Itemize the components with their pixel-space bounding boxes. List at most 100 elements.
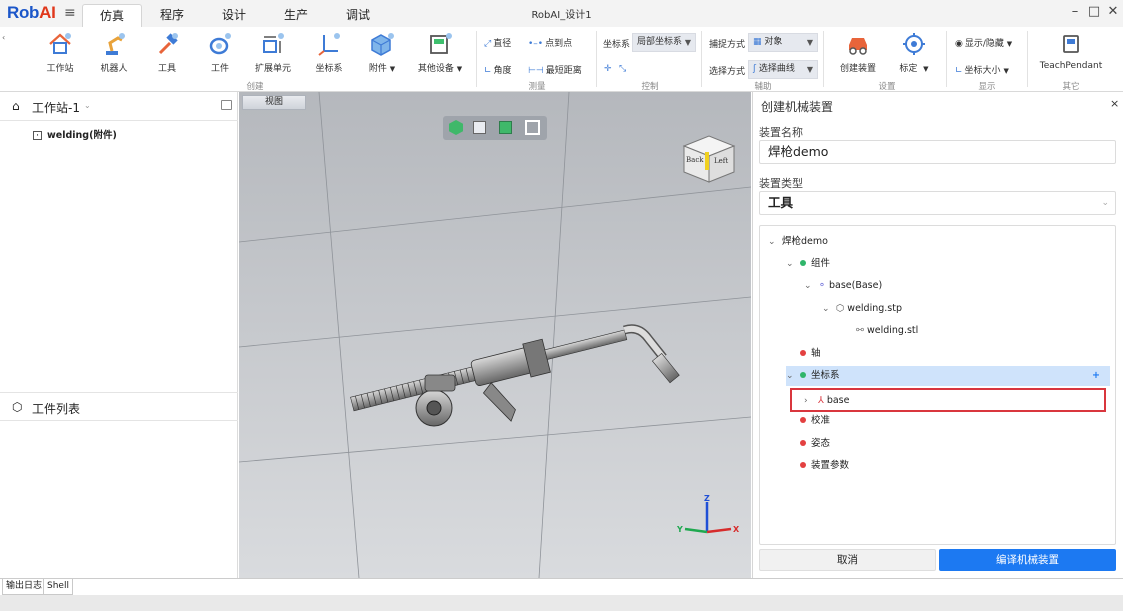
status-ok-icon (800, 259, 806, 266)
bottom-bar (0, 595, 1123, 611)
robot-arm-icon (106, 33, 125, 55)
group-label-other: 其它 (1062, 82, 1080, 92)
create-workpiece-button[interactable]: 工件 (197, 31, 243, 74)
create-station-button[interactable]: 工作站 (37, 31, 83, 74)
tree-node-coordsys[interactable]: ⌄ 坐标系 + (786, 366, 1110, 386)
station-title[interactable]: 工作站-1 (32, 99, 80, 116)
add-coordsys-button[interactable]: + (1092, 366, 1100, 386)
create-device-button[interactable]: 创建装置 (835, 31, 881, 74)
measure-shortest-distance-button[interactable]: ⊢⊣ 最短距离 (528, 63, 582, 77)
base-part-icon: ⚬ (818, 280, 826, 291)
chevron-down-icon[interactable]: ⌄ (84, 101, 91, 110)
create-coordsys-button[interactable]: 坐标系 (306, 31, 352, 74)
create-attachment-button[interactable]: 附件 ▼ (356, 31, 408, 74)
status-error-icon (800, 416, 806, 423)
tree-node-coord-base[interactable]: › ⅄ base (790, 388, 1106, 412)
select-mode-label: 选择方式 (709, 67, 746, 77)
menu-tab-simulation[interactable]: 仿真 (82, 4, 142, 27)
title-bar: RobAI ≡ 仿真 程序 设计 生产 调试 RobAI_设计1 – □ ✕ (0, 0, 1123, 27)
ribbon-toolbar: ‹ 工作站 机器人 工具 工件 扩展单元 坐标系 附件 ▼ 其他设备 ▼ 创建 … (0, 27, 1123, 92)
diameter-icon: ⤢ (484, 38, 492, 49)
panel-close-button[interactable]: × (1110, 97, 1119, 110)
tree-node-calibration[interactable]: 校准 (800, 411, 830, 431)
chevron-down-icon[interactable]: ⌄ (804, 276, 818, 296)
tree-node-root[interactable]: ⌄ 焊枪demo (768, 232, 828, 252)
group-label-measure: 测量 (528, 82, 546, 92)
teach-pendant-button[interactable]: TeachPendant (1038, 31, 1104, 71)
ribbon-collapse-icon[interactable]: ‹ (2, 33, 5, 42)
group-label-assist: 辅助 (754, 82, 772, 92)
measure-point-to-point-button[interactable]: •–• 点到点 (528, 36, 572, 50)
panel-toggle-icon[interactable] (221, 100, 232, 110)
tree-node-base[interactable]: ⌄ ⚬ base(Base) (804, 276, 882, 296)
crosshair-icon (903, 33, 925, 55)
tree-node-components[interactable]: ⌄ 组件 (786, 254, 830, 274)
frame-axes-icon: ⅄ (818, 395, 824, 406)
hamburger-menu-icon[interactable]: ≡ (64, 5, 76, 21)
output-log-tab[interactable]: 输出日志 (2, 579, 47, 595)
create-tool-button[interactable]: 工具 (144, 31, 190, 74)
station-header: ⌂ 工作站-1 ⌄ (0, 92, 238, 121)
tree-node-axis[interactable]: 轴 (800, 344, 821, 364)
axis-z-label: Z (704, 494, 710, 503)
workpiece-list-title: 工件列表 (32, 402, 81, 416)
device-panel-icon (430, 33, 452, 54)
chevron-down-icon[interactable]: ⌄ (822, 299, 836, 319)
car-device-icon (849, 38, 867, 55)
chevron-down-icon[interactable]: ⌄ (768, 232, 782, 252)
close-button[interactable]: ✕ (1104, 4, 1122, 19)
create-device-panel: 创建机械装置 × 装置名称 焊枪demo 装置类型 工具 ⌄ ⌄ 焊枪demo ⌄ 组… (752, 92, 1123, 578)
status-error-icon (800, 349, 806, 356)
compile-device-button[interactable]: 编译机械装置 (939, 549, 1116, 571)
axis-x-label: X (733, 525, 740, 534)
shell-tab[interactable]: Shell (43, 579, 73, 595)
chevron-right-icon[interactable]: › (804, 390, 818, 412)
snap-mode-label: 捕捉方式 (709, 40, 746, 50)
left-panel: ⌂ 工作站-1 ⌄ · welding(附件) ⬡ 工件列表 (0, 92, 238, 578)
chevron-down-icon: ▼ (684, 38, 691, 47)
device-type-select[interactable]: 工具 ⌄ (759, 191, 1116, 215)
minimize-button[interactable]: – (1066, 4, 1084, 19)
create-other-device-button[interactable]: 其他设备 ▼ (412, 31, 468, 74)
rotate-icon[interactable]: ⤡ (619, 64, 626, 74)
menu-tab-program[interactable]: 程序 (148, 4, 196, 27)
chevron-down-icon[interactable]: ⌄ (786, 254, 800, 274)
maximize-button[interactable]: □ (1085, 4, 1103, 19)
chevron-down-icon[interactable]: ⌄ (786, 366, 800, 386)
cancel-button[interactable]: 取消 (759, 549, 936, 571)
attachment-dropdown-icon: ▼ (389, 65, 396, 73)
device-name-input[interactable]: 焊枪demo (759, 140, 1116, 164)
coord-system-label: 坐标系 (603, 40, 631, 50)
3d-viewport[interactable]: 视图 Back Left Z Y X (239, 92, 751, 578)
tree-node-params[interactable]: 装置参数 (800, 456, 849, 476)
chevron-down-icon: ⌄ (1101, 198, 1109, 208)
menu-tab-design[interactable]: 设计 (210, 4, 258, 27)
show-hide-dropdown-icon: ▼ (1006, 40, 1013, 48)
menu-tab-production[interactable]: 生产 (272, 4, 320, 27)
hammer-icon (158, 33, 178, 55)
ribbon-separator (946, 31, 947, 87)
create-extension-unit-button[interactable]: 扩展单元 (250, 31, 296, 74)
coord-system-dropdown[interactable]: 局部坐标系 ▼ (632, 33, 696, 52)
coord-size-button[interactable]: ∟ 坐标大小 ▼ (955, 63, 1009, 77)
measure-diameter-button[interactable]: ⤢ 直径 (484, 36, 511, 50)
tree-node-pose[interactable]: 姿态 (800, 434, 830, 454)
create-robot-button[interactable]: 机器人 (91, 31, 137, 74)
snap-mode-dropdown[interactable]: ▦ 对象 ▼ (748, 33, 818, 52)
calibrate-button[interactable]: 标定 ▼ (888, 31, 940, 74)
mesh-link-icon: ⚯ (856, 325, 864, 336)
chevron-down-icon: ▼ (806, 38, 813, 47)
status-error-icon (800, 439, 806, 446)
axis-triad: Z Y X (676, 494, 740, 534)
measure-angle-button[interactable]: ∟ 角度 (484, 63, 512, 77)
axis-size-icon: ∟ (955, 65, 963, 76)
device-structure-tree: ⌄ 焊枪demo ⌄ 组件 ⌄ ⚬ base(Base) ⌄ ⬡ welding.stp ⚯… (759, 225, 1116, 545)
tree-item-welding[interactable]: · welding(附件) (33, 127, 117, 141)
move-icon[interactable]: ✛ (604, 64, 612, 74)
show-hide-button[interactable]: ◉ 显示/隐藏 ▼ (955, 36, 1013, 50)
tree-node-stl[interactable]: ⚯ welding.stl (856, 321, 918, 341)
attachment-node-icon: · (33, 131, 42, 140)
select-mode-dropdown[interactable]: ʃ 选择曲线 ▼ (748, 60, 818, 79)
menu-tab-debug[interactable]: 调试 (334, 4, 382, 27)
tree-node-stp[interactable]: ⌄ ⬡ welding.stp (822, 299, 902, 319)
